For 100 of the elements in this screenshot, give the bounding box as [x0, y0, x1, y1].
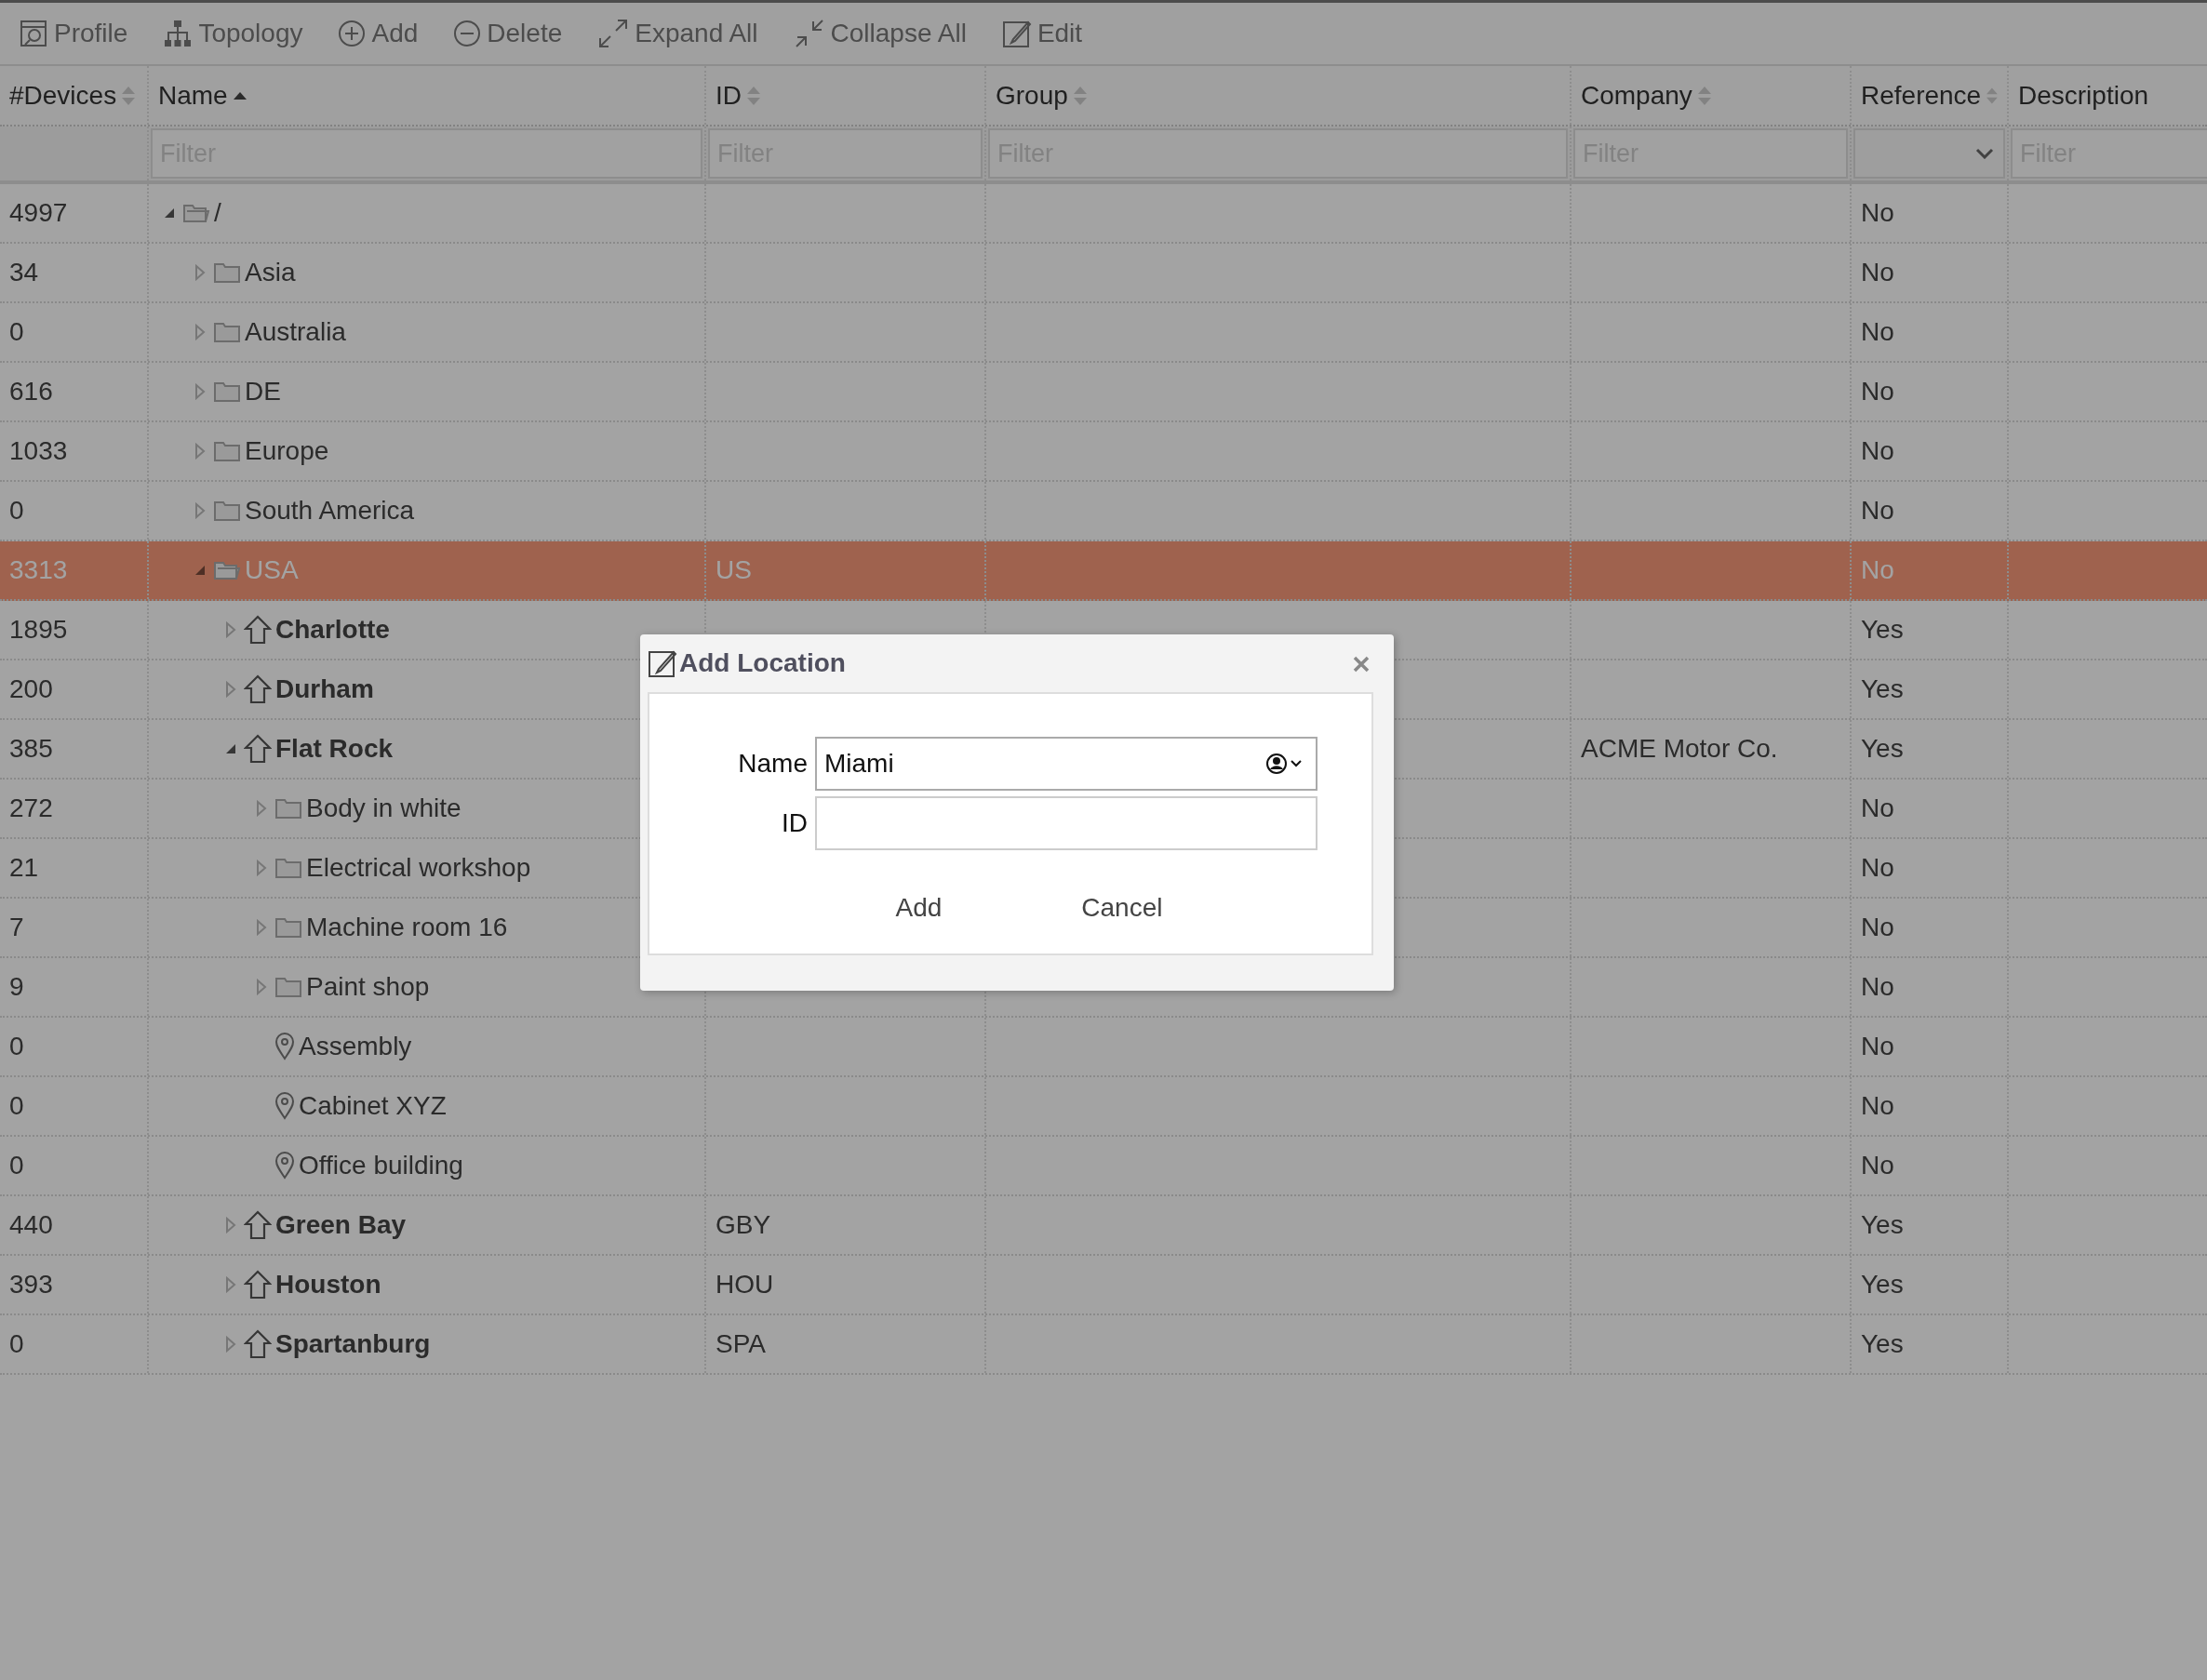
house-icon — [244, 734, 272, 764]
table-cell: No — [1861, 1091, 1894, 1121]
table-row[interactable]: 0 Cabinet XYZ No — [0, 1077, 2207, 1137]
tree-label[interactable]: Body in white — [306, 793, 461, 823]
tree-label[interactable]: Houston — [275, 1270, 381, 1300]
table-row[interactable]: 0 Office building No — [0, 1137, 2207, 1196]
table-cell: No — [1861, 317, 1894, 347]
tree-label[interactable]: Green Bay — [275, 1210, 407, 1240]
column-header[interactable]: ID — [716, 80, 742, 111]
table-cell: No — [1861, 793, 1894, 823]
expand-triangle-icon[interactable] — [254, 979, 269, 995]
plus-circle-icon — [338, 20, 367, 47]
expand-triangle-icon[interactable] — [193, 383, 207, 400]
expand-triangle-icon[interactable] — [254, 860, 269, 876]
expand-triangle-icon[interactable] — [193, 502, 207, 519]
expand-triangle-icon[interactable] — [254, 800, 269, 817]
expand-triangle-icon[interactable] — [193, 443, 207, 460]
expand-triangle-icon[interactable] — [254, 919, 269, 936]
tree-label[interactable]: / — [214, 198, 221, 228]
folder-icon — [274, 916, 302, 939]
table-cell: 200 — [9, 674, 53, 704]
tree-label[interactable]: Flat Rock — [275, 734, 394, 764]
input-field[interactable] — [815, 796, 1318, 850]
table-cell: 34 — [9, 258, 39, 287]
expand-triangle-icon[interactable] — [223, 1217, 238, 1233]
table-row[interactable]: 4997 / No — [0, 184, 2207, 244]
expand-triangle-icon[interactable] — [193, 264, 207, 281]
table-row[interactable]: 0 Assembly No — [0, 1018, 2207, 1077]
expand-triangle-icon[interactable] — [223, 681, 238, 698]
table-row[interactable]: 393 Houston HOU Yes — [0, 1256, 2207, 1315]
tree-label[interactable]: Australia — [245, 317, 346, 347]
profile-icon — [19, 19, 48, 48]
table-row[interactable]: 1033 Europe No — [0, 422, 2207, 482]
folder-icon — [274, 857, 302, 879]
table-cell: Yes — [1861, 734, 1904, 764]
expand-triangle-icon[interactable] — [223, 1336, 238, 1353]
expand-triangle-icon[interactable] — [223, 621, 238, 638]
hierarchy-icon — [163, 19, 194, 48]
column-header[interactable]: Name — [158, 80, 228, 111]
table-row[interactable]: 440 Green Bay GBY Yes — [0, 1196, 2207, 1256]
toolbar-button[interactable]: Profile — [17, 15, 130, 52]
tree-label[interactable]: Assembly — [299, 1032, 412, 1061]
table-cell: No — [1861, 913, 1894, 942]
table-cell: No — [1861, 436, 1894, 466]
field-label: Name — [737, 749, 808, 779]
folder-icon — [213, 261, 241, 284]
edit-icon — [648, 648, 677, 678]
tree-label[interactable]: Electrical workshop — [306, 853, 531, 883]
table-cell: 0 — [9, 1151, 24, 1180]
toolbar-button[interactable]: Topology — [161, 15, 305, 52]
table-cell: Yes — [1861, 1210, 1904, 1240]
input-field[interactable]: Miami — [815, 737, 1318, 791]
edit-icon — [1001, 19, 1032, 48]
table-cell: Yes — [1861, 674, 1904, 704]
dialog-button[interactable]: Add — [886, 889, 952, 927]
tree-label[interactable]: Machine room 16 — [306, 913, 508, 942]
table-row[interactable]: 34 Asia No — [0, 244, 2207, 303]
toolbar-button[interactable]: Edit — [999, 15, 1085, 52]
table-cell: No — [1861, 377, 1894, 407]
house-icon — [244, 1210, 272, 1240]
folder-icon — [274, 797, 302, 820]
column-header[interactable]: Reference — [1861, 80, 1982, 111]
house-icon — [244, 615, 272, 645]
field-label: ID — [781, 808, 808, 838]
table-cell: 0 — [9, 1091, 24, 1121]
table-cell: No — [1861, 496, 1894, 526]
toolbar-button[interactable]: Delete — [451, 15, 565, 52]
tree-label[interactable]: Charlotte — [275, 615, 390, 645]
tree-label[interactable]: Paint shop — [306, 972, 430, 1002]
tree-label[interactable]: Spartanburg — [275, 1329, 431, 1359]
toolbar-button[interactable]: Expand All — [595, 14, 760, 53]
column-header[interactable]: #Devices — [9, 80, 117, 111]
table-cell: 21 — [9, 853, 39, 883]
filter-dropdown[interactable] — [1853, 128, 2005, 179]
table-row[interactable]: 0 Spartanburg SPA Yes — [0, 1315, 2207, 1375]
table-cell: 1895 — [9, 615, 68, 645]
tree-label[interactable]: Europe — [245, 436, 329, 466]
tree-label[interactable]: DE — [245, 377, 281, 407]
table-cell: 440 — [9, 1210, 53, 1240]
tree-label[interactable]: South America — [245, 496, 415, 526]
table-cell: No — [1861, 853, 1894, 883]
house-icon — [244, 674, 272, 704]
column-header[interactable]: Description — [2018, 80, 2149, 111]
toolbar-button[interactable]: Collapse All — [791, 14, 969, 53]
expand-triangle-icon[interactable] — [223, 1276, 238, 1293]
folder-icon — [213, 500, 241, 522]
table-cell: 385 — [9, 734, 53, 764]
toolbar-button[interactable]: Add — [336, 15, 421, 52]
column-header[interactable]: Group — [996, 80, 1068, 111]
tree-label[interactable]: Durham — [275, 674, 374, 704]
minus-circle-icon — [453, 20, 482, 47]
house-icon — [244, 1270, 272, 1300]
tree-label[interactable]: Asia — [245, 258, 296, 287]
tree-label[interactable]: Cabinet XYZ — [299, 1091, 447, 1121]
dialog-button[interactable]: Cancel — [1072, 889, 1172, 927]
tree-label[interactable]: Office building — [299, 1151, 463, 1180]
expand-triangle-icon[interactable] — [193, 324, 207, 340]
table-row[interactable]: 0 Australia No — [0, 303, 2207, 363]
column-header[interactable]: Company — [1581, 80, 1692, 111]
table-row[interactable]: 616 DE No — [0, 363, 2207, 422]
